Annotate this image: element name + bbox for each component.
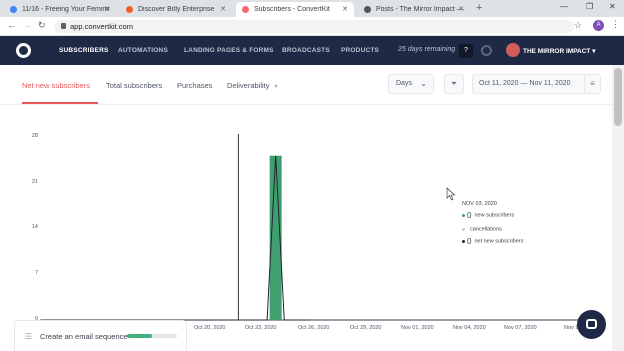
chevron-down-icon: ▾ [274, 84, 278, 90]
close-tab-icon[interactable]: ✕ [342, 5, 348, 13]
date-range-value: Oct 11, 2020 — Nov 11, 2020 [479, 80, 571, 87]
x-tick-label: Oct 26, 2020 [298, 325, 330, 331]
nav-broadcasts[interactable]: BROADCASTS [282, 47, 330, 54]
more-options-button[interactable]: ≡ [584, 74, 601, 94]
tab-title: 11/16 - Freeing Your Feminine [22, 6, 110, 13]
chat-icon [586, 319, 597, 329]
nav-subscribers[interactable]: SUBSCRIBERS [59, 47, 109, 54]
url-text: app.convertkit.com [70, 22, 133, 31]
favicon-icon [242, 6, 249, 13]
y-tick-label: 14 [31, 224, 38, 230]
x-tick-label: Oct 29, 2020 [350, 325, 382, 331]
trial-days-remaining[interactable]: 25 days remaining [398, 46, 455, 53]
profile-avatar[interactable]: A [593, 20, 604, 31]
tooltip-date: NOV 03, 2020 [462, 201, 497, 207]
x-tick-label: Oct 23, 2020 [245, 325, 277, 331]
y-tick-label: 21 [31, 179, 38, 185]
loading-spinner-icon [481, 45, 492, 56]
browser-tab[interactable]: Posts - The Mirror Impact — Wo ✕ [358, 2, 470, 17]
onboarding-label: Create an email sequence [40, 332, 128, 341]
period-value: Days [396, 80, 412, 87]
x-tick-label: Nov 04, 2020 [453, 325, 486, 331]
app-navbar: SUBSCRIBERS AUTOMATIONS LANDING PAGES & … [0, 36, 624, 65]
tab-total-subscribers[interactable]: Total subscribers [106, 81, 162, 90]
menu-lines-icon: ≡ [590, 79, 595, 88]
close-tab-icon[interactable]: ✕ [104, 5, 110, 13]
tab-net-new-subscribers[interactable]: Net new subscribers [22, 81, 90, 90]
new-tab-icon[interactable]: + [476, 2, 482, 14]
filter-icon: ⏷ [450, 79, 458, 88]
favicon-icon [364, 6, 371, 13]
forward-icon[interactable]: → [23, 20, 32, 30]
url-field[interactable]: app.convertkit.com [54, 20, 574, 33]
bookmark-star-icon[interactable]: ☆ [574, 20, 582, 31]
chevron-down-icon: ⌄ [420, 79, 427, 88]
tab-title: Discover Bitly Enterprise [138, 6, 215, 13]
restore-icon[interactable]: ❐ [586, 2, 593, 11]
tooltip-value: 0 [467, 237, 472, 246]
close-tab-icon[interactable]: ✕ [458, 5, 464, 13]
active-tab-underline [22, 102, 98, 104]
browser-tab-bar: 11/16 - Freeing Your Feminine ✕ Discover… [0, 0, 624, 17]
filter-button[interactable]: ⏷ [444, 74, 464, 94]
mouse-cursor-icon [446, 187, 456, 201]
onboarding-checklist[interactable]: ☰ Create an email sequence [14, 320, 187, 351]
tooltip-row-cancellations: cancellations [462, 225, 502, 234]
account-avatar[interactable] [506, 43, 520, 57]
nav-products[interactable]: PRODUCTS [341, 47, 379, 54]
tooltip-row-new: 0 new subscribers [462, 211, 514, 220]
favicon-icon [10, 6, 17, 13]
tab-deliverability-label: Deliverability [227, 81, 270, 90]
nav-landing-pages-forms[interactable]: LANDING PAGES & FORMS [184, 47, 274, 54]
tooltip-label: cancellations [470, 226, 502, 233]
tab-title: Posts - The Mirror Impact — Wo [376, 6, 464, 13]
x-tick-label: Nov 07, 2020 [504, 325, 537, 331]
address-bar: ← → ↻ app.convertkit.com ☆ A ⋮ [0, 17, 624, 36]
close-tab-icon[interactable]: ✕ [220, 5, 226, 13]
favicon-icon [126, 6, 133, 13]
close-window-icon[interactable]: ✕ [609, 2, 616, 11]
lock-icon [61, 23, 66, 29]
browser-tab[interactable]: 11/16 - Freeing Your Feminine ✕ [4, 2, 116, 17]
onboarding-progress [127, 334, 177, 338]
x-tick-label: Nov 01, 2020 [401, 325, 434, 331]
legend-dot-icon [462, 228, 465, 231]
scrollbar-thumb[interactable] [614, 68, 622, 126]
period-select[interactable]: Days ⌄ [388, 74, 434, 94]
onboarding-progress-fill [127, 334, 152, 338]
net-subscribers-line [44, 155, 310, 321]
tooltip-value: 0 [467, 211, 472, 220]
tab-deliverability[interactable]: Deliverability ▾ [227, 81, 278, 90]
bar [269, 155, 282, 320]
nav-automations[interactable]: AUTOMATIONS [118, 47, 168, 54]
tab-title: Subscribers - ConvertKit [254, 6, 330, 13]
tooltip-label: new subscribers [474, 212, 515, 219]
back-icon[interactable]: ← [7, 20, 16, 30]
legend-dot-icon [462, 240, 465, 243]
date-range-picker[interactable]: Oct 11, 2020 — Nov 11, 2020 [472, 74, 585, 94]
list-icon: ☰ [25, 332, 33, 341]
tooltip-label: net new subscribers [474, 238, 524, 245]
convertkit-logo-icon[interactable] [16, 43, 31, 58]
tab-purchases[interactable]: Purchases [177, 81, 212, 90]
y-tick-label: 7 [34, 270, 38, 276]
reload-icon[interactable]: ↻ [38, 20, 46, 31]
x-tick-label: Oct 20, 2020 [194, 325, 226, 331]
y-tick-label: 28 [31, 133, 38, 139]
tooltip-row-net: 0 net new subscribers [462, 237, 523, 246]
minimize-icon[interactable]: — [560, 2, 568, 11]
help-button[interactable]: ? [459, 44, 473, 58]
browser-menu-icon[interactable]: ⋮ [611, 19, 620, 30]
legend-dot-icon [462, 214, 465, 217]
account-menu[interactable]: THE MIRROR IMPACT ▾ [523, 47, 595, 55]
browser-tab[interactable]: Discover Bitly Enterprise ✕ [120, 2, 232, 17]
browser-tab-active[interactable]: Subscribers - ConvertKit ✕ [236, 2, 354, 17]
